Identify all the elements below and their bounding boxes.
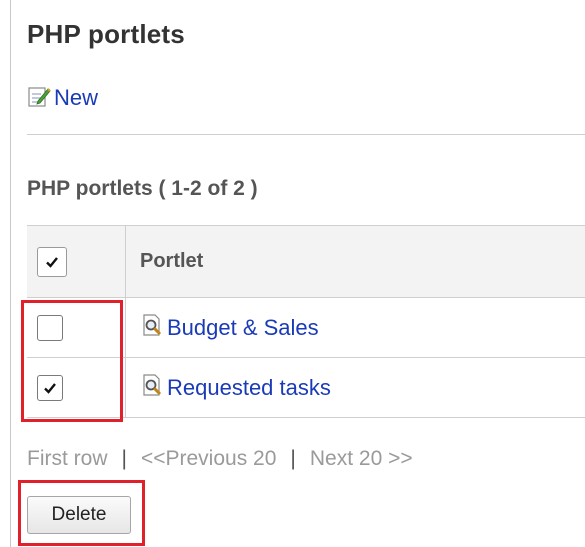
preview-icon xyxy=(140,313,164,342)
pager-separator: | xyxy=(121,447,127,470)
row-check-cell xyxy=(27,357,126,418)
pager-next: Next 20 >> xyxy=(309,447,413,470)
portlet-name: Budget & Sales xyxy=(167,314,319,340)
portlet-table: Portlet Budget & Sales Requested tasks xyxy=(27,225,585,418)
table-row: Budget & Sales xyxy=(27,297,585,358)
portlet-link-budget-sales[interactable]: Budget & Sales xyxy=(140,313,319,342)
row-check-cell xyxy=(27,297,126,358)
table-header-row: Portlet xyxy=(27,225,585,298)
new-portlet-link[interactable]: New xyxy=(27,84,98,112)
row-checkbox-requested-tasks[interactable] xyxy=(37,374,63,401)
pager-first-row: First row xyxy=(27,447,108,470)
portlet-link-requested-tasks[interactable]: Requested tasks xyxy=(140,373,331,402)
pager-previous: <<Previous 20 xyxy=(140,447,277,470)
column-header-portlet: Portlet xyxy=(125,225,585,298)
row-name-cell: Budget & Sales xyxy=(125,297,585,358)
select-all-cell xyxy=(27,225,126,298)
select-all-checkbox[interactable] xyxy=(37,246,67,277)
pagination: First row | <<Previous 20 | Next 20 >> xyxy=(27,447,413,471)
preview-icon xyxy=(140,373,164,402)
pager-separator: | xyxy=(290,447,296,470)
portlet-name: Requested tasks xyxy=(167,374,331,400)
page-title: PHP portlets xyxy=(27,19,185,49)
new-link-label: New xyxy=(54,85,99,110)
edit-new-icon xyxy=(27,84,51,113)
check-icon xyxy=(46,256,58,268)
divider xyxy=(27,134,585,135)
row-name-cell: Requested tasks xyxy=(125,357,585,418)
row-checkbox-budget-sales[interactable] xyxy=(37,314,63,341)
check-icon xyxy=(44,382,56,394)
list-heading: PHP portlets ( 1-2 of 2 ) xyxy=(27,177,258,200)
table-row: Requested tasks xyxy=(27,357,585,418)
delete-button[interactable]: Delete xyxy=(27,496,131,534)
